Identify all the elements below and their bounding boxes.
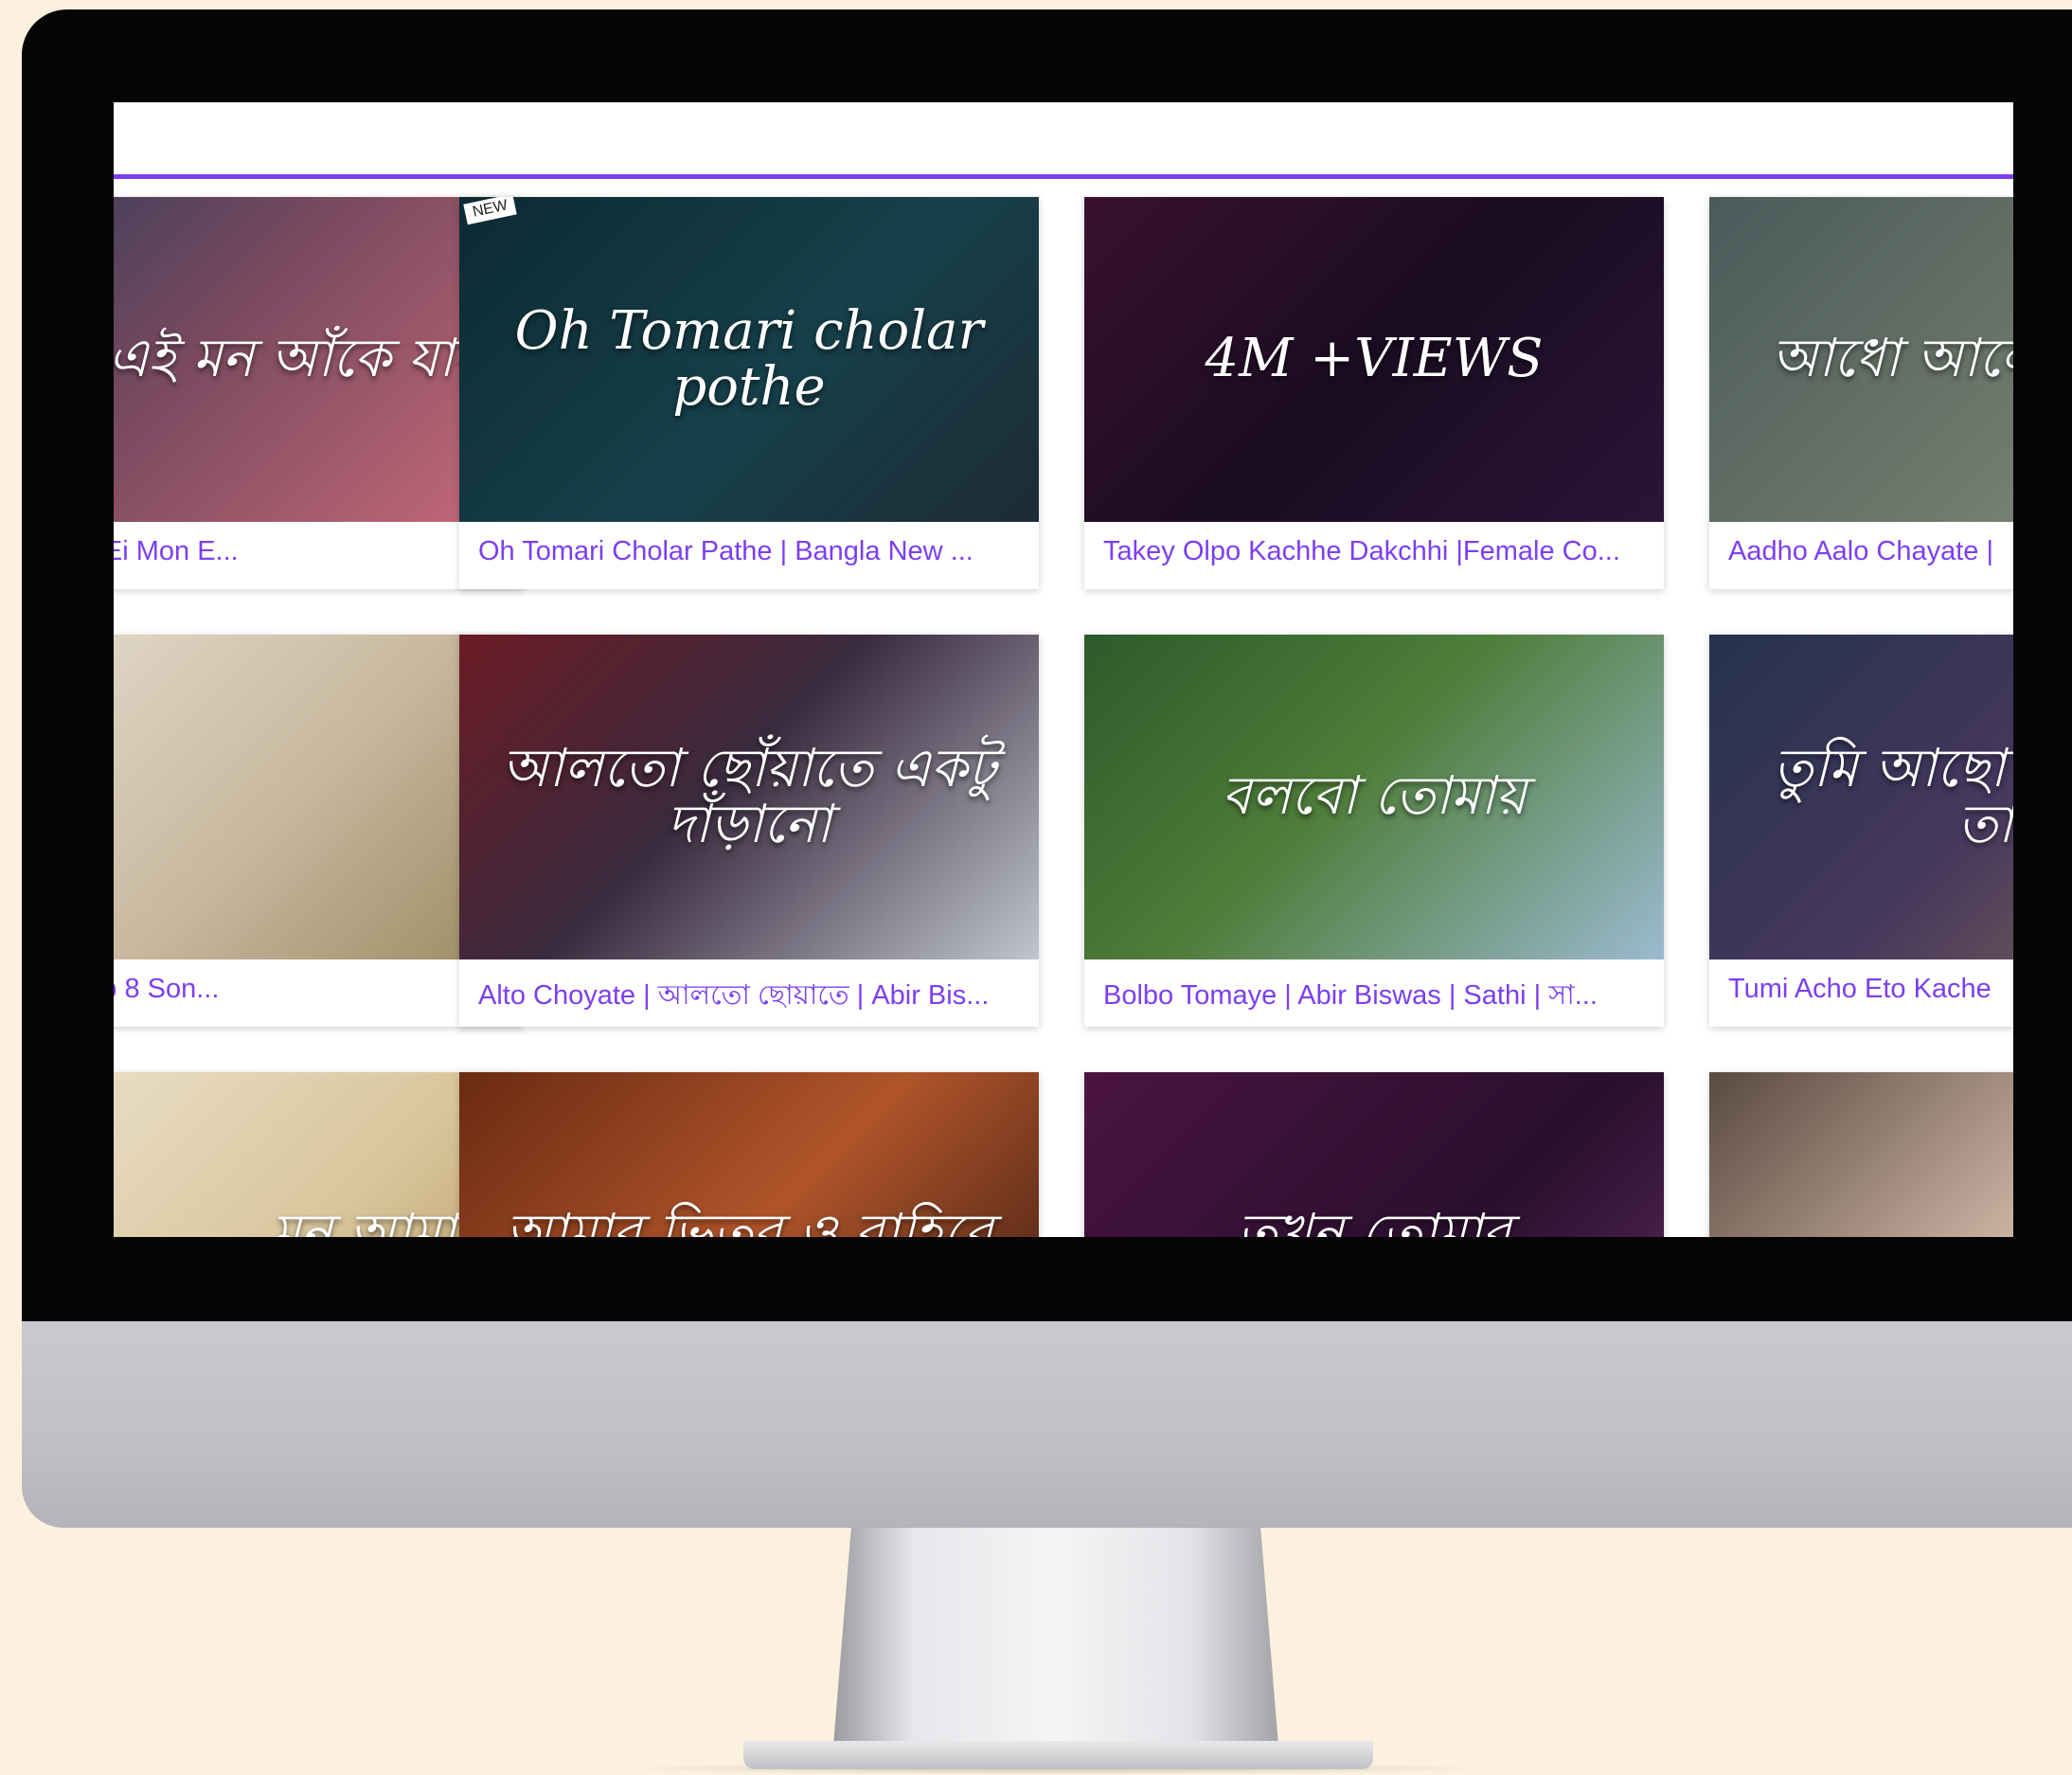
video-card[interactable]: আধো আলো ছায়াতে Aadho Aalo Chayate | xyxy=(1709,197,2013,589)
video-thumbnail[interactable] xyxy=(1709,1072,2013,1237)
thumbnail-caption: তখন তোমার xyxy=(1237,1203,1511,1237)
video-thumbnail[interactable]: আমার ভিতর ও বাহিরে xyxy=(459,1072,1039,1237)
video-card[interactable]: আলতো ছোঁয়াতে একটু দাঁড়ানো Alto Choyate … xyxy=(459,635,1039,1027)
video-title-link[interactable]: Aadho Aalo Chayate | xyxy=(1728,536,2013,567)
video-card[interactable]: তুমি আছো এত কাছে তাই Tumi Acho Eto Kache xyxy=(1709,635,2013,1027)
video-thumbnail[interactable]: 4M +VIEWS xyxy=(1084,197,1664,522)
video-card[interactable]: তখন তোমার xyxy=(1084,1072,1664,1237)
video-thumbnail[interactable]: আধো আলো ছায়াতে xyxy=(1709,197,2013,522)
thumbnail-caption: Oh Tomari cholar pothe xyxy=(514,299,984,418)
monitor-stand-neck xyxy=(833,1528,1278,1746)
video-title-link[interactable]: Oh Tomari Cholar Pathe | Bangla New ... xyxy=(478,536,1027,567)
video-thumbnail[interactable]: তখন তোমার xyxy=(1084,1072,1664,1237)
video-card[interactable]: 4M +VIEWS Takey Olpo Kachhe Dakchhi |Fema… xyxy=(1084,197,1664,589)
thumbnail-caption: আধো আলো ছায়াতে xyxy=(1771,328,2013,390)
monitor-screen: র ছবি এই মন আঁকে যায়- Jar Chobi Ei Mon … xyxy=(114,102,2013,1237)
video-title-link[interactable]: ukebox | Top 8 Son... xyxy=(114,974,511,1005)
video-card[interactable] xyxy=(1709,1072,2013,1237)
monitor-stand-base xyxy=(743,1741,1373,1769)
video-title-link[interactable]: - Jar Chobi Ei Mon E... xyxy=(114,536,511,567)
video-title-link[interactable]: Tumi Acho Eto Kache xyxy=(1728,974,2013,1005)
video-thumbnail[interactable]: আলতো ছোঁয়াতে একটু দাঁড়ানো xyxy=(459,635,1039,959)
video-card[interactable]: আমার ভিতর ও বাহিরে xyxy=(459,1072,1039,1237)
video-title-link[interactable]: Takey Olpo Kachhe Dakchhi |Female Co... xyxy=(1103,536,1652,567)
new-badge: NEW xyxy=(463,197,518,225)
video-title-link[interactable]: Alto Choyate | আলতো ছোয়াতে | Abir Bis..… xyxy=(478,974,1027,1020)
thumbnail-caption: আমার ভিতর ও বাহিরে xyxy=(505,1203,993,1237)
video-card[interactable]: বলবো তোমায় Bolbo Tomaye | Abir Biswas | … xyxy=(1084,635,1664,1027)
top-bar xyxy=(114,102,2013,179)
monitor-chin xyxy=(22,1321,2072,1528)
thumbnail-caption: তুমি আছো এত কাছে তাই xyxy=(1773,737,2013,855)
video-title-link[interactable]: Bolbo Tomaye | Abir Biswas | Sathi | সা.… xyxy=(1103,974,1652,1020)
video-card[interactable]: Oh Tomari cholar pothe NEW Oh Tomari Chola… xyxy=(459,197,1039,589)
video-thumbnail[interactable]: তুমি আছো এত কাছে তাই xyxy=(1709,635,2013,959)
thumbnail-caption: 4M +VIEWS xyxy=(1205,328,1544,390)
video-thumbnail[interactable]: বলবো তোমায় xyxy=(1084,635,1664,959)
thumbnail-caption: আলতো ছোঁয়াতে একটু দাঁড়ানো xyxy=(501,737,997,855)
video-thumbnail[interactable]: Oh Tomari cholar pothe NEW xyxy=(459,197,1039,522)
thumbnail-caption: বলবো তোমায় xyxy=(1222,765,1527,828)
